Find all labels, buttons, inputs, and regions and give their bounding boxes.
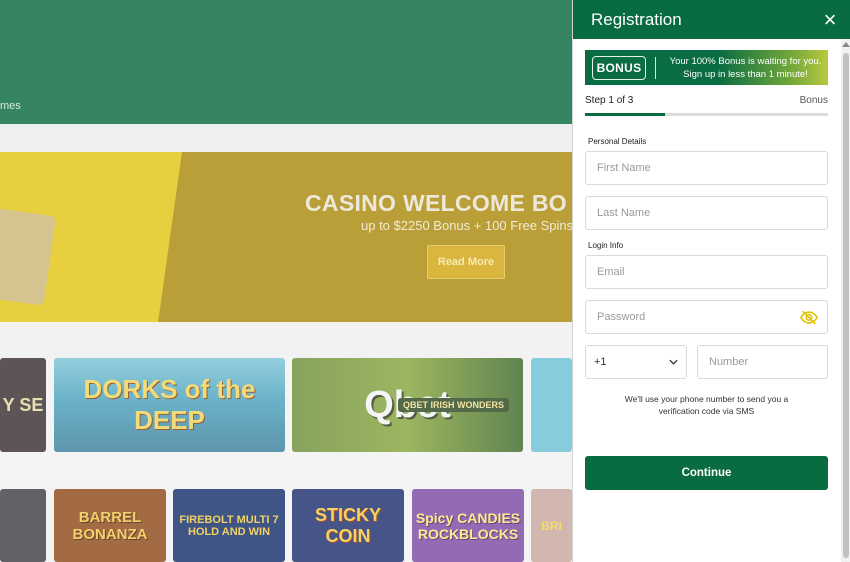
scroll-up-arrow-icon[interactable] [842,42,850,47]
country-code-value: +1 [594,356,607,368]
personal-details-label: Personal Details [588,137,647,146]
password-placeholder: Password [597,311,646,323]
country-code-select[interactable]: +1 [585,345,687,379]
background-page: mes CASINO WELCOME BO up to $2250 Bonus … [0,0,572,562]
panel-header: Registration × [573,0,850,39]
step-progress-fill [585,113,666,116]
email-input[interactable]: Email [585,255,828,289]
sms-note: We'll use your phone number to send you … [624,394,789,416]
bonus-text: Your 100% Bonus is waiting for you. Sign… [667,55,828,81]
step-indicator: Step 1 of 3 Bonus [585,95,828,106]
phone-row: +1 Number [585,345,828,379]
divider [655,56,656,79]
step-label: Step 1 of 3 [585,95,634,106]
chevron-down-icon [669,359,678,365]
login-info-label: Login Info [588,241,624,250]
registration-form: BONUS Your 100% Bonus is waiting for you… [585,50,828,490]
scrollbar[interactable] [841,39,850,562]
first-name-input[interactable]: First Name [585,151,828,185]
bonus-line-2: Sign up in less than 1 minute! [683,68,808,80]
overlay-dim [0,0,572,562]
bonus-logo: BONUS [592,55,646,80]
step-next-label: Bonus [799,95,828,106]
registration-panel: Registration × BONUS Your 100% Bonus is … [572,0,850,562]
bonus-banner: BONUS Your 100% Bonus is waiting for you… [585,50,828,85]
panel-title: Registration [591,9,682,29]
continue-button[interactable]: Continue [585,456,828,490]
eye-off-icon[interactable] [800,310,818,325]
phone-number-input[interactable]: Number [697,345,828,379]
password-input[interactable]: Password [585,300,828,334]
step-progress-bar [585,113,828,116]
last-name-input[interactable]: Last Name [585,196,828,230]
close-icon[interactable]: × [820,8,840,31]
bonus-line-1: Your 100% Bonus is waiting for you. [669,55,822,67]
scrollbar-thumb[interactable] [843,53,849,558]
